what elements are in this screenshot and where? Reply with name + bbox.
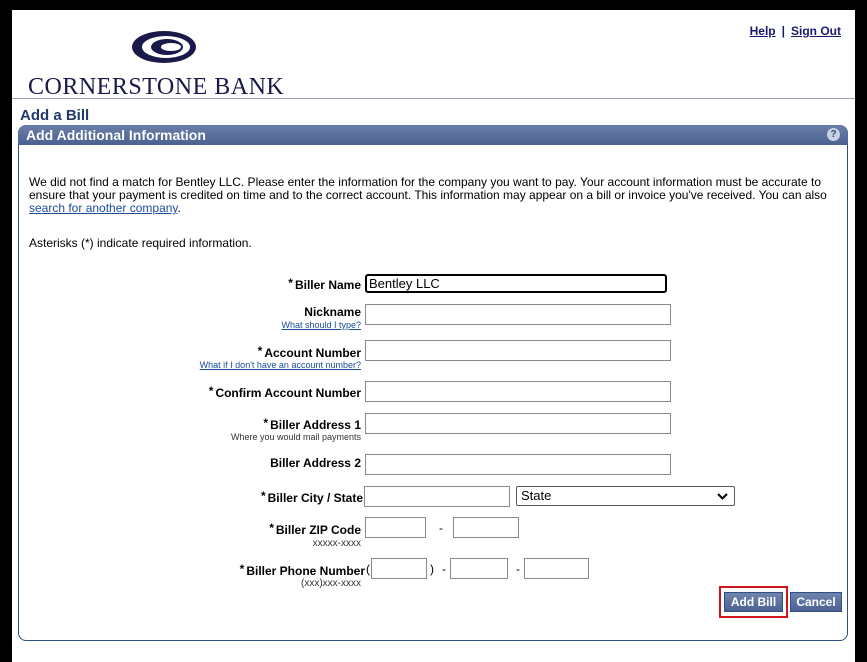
phone-area-input[interactable] [371, 558, 427, 579]
add-info-panel: Add Additional Information ? We did not … [18, 125, 848, 641]
address1-label: * Biller Address 1 [263, 416, 361, 432]
page-title: Add a Bill [20, 107, 90, 124]
required-mark: * [208, 384, 214, 398]
state-selected-value: State [521, 488, 552, 503]
phone-close-paren: ) [430, 562, 434, 576]
bank-name: CORNERSTONE BANK [28, 74, 285, 100]
label-text: Account Number [264, 346, 361, 360]
phone-prefix-input[interactable] [450, 558, 508, 579]
label-text: Nickname [304, 305, 361, 319]
intro-body: We did not find a match for Bentley LLC.… [29, 175, 827, 202]
nickname-label: Nickname [304, 305, 361, 319]
label-text: Biller Address 2 [270, 456, 361, 470]
phone-dash-1: - [442, 562, 446, 576]
address1-hint: Where you would mail payments [230, 432, 361, 442]
label-text: Confirm Account Number [215, 386, 361, 400]
label-text: Biller Phone Number [246, 564, 365, 578]
no-account-number-help-link[interactable]: What if I don't have an account number? [200, 360, 361, 370]
phone-line-input[interactable] [524, 558, 589, 579]
panel-title: Add Additional Information [26, 127, 206, 143]
phone-dash-2: - [516, 562, 520, 576]
required-mark: * [260, 489, 266, 503]
asterisk-note: Asterisks (*) indicate required informat… [29, 236, 252, 250]
label-text: Biller Name [294, 278, 361, 292]
cancel-button[interactable]: Cancel [790, 592, 842, 612]
sign-out-link[interactable]: Sign Out [791, 24, 841, 38]
intro-text: We did not find a match for Bentley LLC.… [29, 176, 844, 215]
confirm-account-label: * Confirm Account Number [209, 384, 361, 400]
zip-dash: - [439, 521, 443, 535]
label-text: Biller Address 1 [270, 418, 361, 432]
link-separator: | [781, 24, 785, 38]
biller-name-label: * Biller Name [288, 276, 361, 292]
nickname-help-link[interactable]: What should I type? [281, 320, 361, 330]
phone-label: * Biller Phone Number [240, 562, 365, 578]
confirm-account-input[interactable] [365, 381, 671, 402]
zip-format-hint: xxxxx-xxxx [312, 538, 361, 549]
help-link[interactable]: Help [750, 24, 776, 38]
address2-input[interactable] [365, 454, 671, 475]
biller-name-input[interactable]: Bentley LLC [365, 274, 667, 293]
cornerstone-logo-icon [132, 31, 196, 63]
zip-second-input[interactable] [453, 517, 519, 538]
phone-format-hint: (xxx)xxx-xxxx [301, 578, 361, 589]
nickname-input[interactable] [365, 304, 671, 325]
zip-first-input[interactable] [365, 517, 426, 538]
search-another-company-link[interactable]: search for another company [29, 201, 178, 215]
required-mark: * [288, 276, 293, 290]
intro-end: . [177, 201, 181, 215]
top-links: Help | Sign Out [750, 24, 841, 38]
main-content: Add a Bill Add Additional Information ? … [12, 98, 855, 662]
required-mark: * [269, 521, 274, 535]
page-frame: CORNERSTONE BANK Help | Sign Out Add a Bil… [12, 10, 855, 662]
question-icon[interactable]: ? [827, 128, 840, 141]
account-number-input[interactable] [365, 340, 671, 361]
required-mark: * [239, 562, 245, 576]
chevron-down-icon [717, 487, 728, 508]
address1-input[interactable] [365, 413, 671, 434]
address2-label: Biller Address 2 [270, 456, 361, 470]
add-bill-button[interactable]: Add Bill [724, 592, 783, 612]
zip-label: * Biller ZIP Code [269, 521, 361, 537]
required-mark: * [257, 344, 263, 358]
required-mark: * [263, 416, 269, 430]
bank-logo: CORNERSTONE BANK [24, 24, 284, 104]
label-text: Biller City / State [267, 491, 363, 505]
city-input[interactable] [364, 486, 510, 507]
panel-header: Add Additional Information ? [18, 125, 848, 145]
phone-open-paren: ( [366, 562, 370, 576]
city-state-label: * Biller City / State [261, 489, 363, 505]
account-number-label: * Account Number [258, 344, 361, 360]
state-select[interactable]: State [516, 486, 735, 506]
label-text: Biller ZIP Code [275, 523, 361, 537]
